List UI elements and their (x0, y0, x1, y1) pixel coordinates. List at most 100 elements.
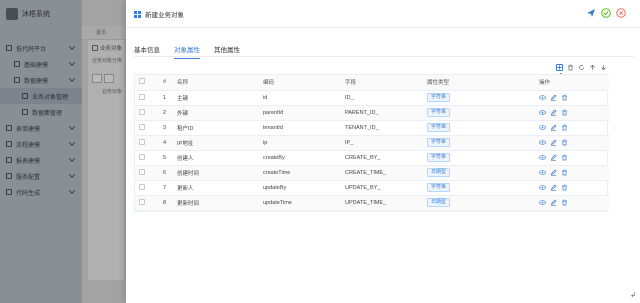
row-code: parentId (259, 105, 341, 121)
checkbox-icon[interactable] (139, 198, 145, 205)
sidebar-item[interactable]: 低代码平台 (0, 40, 82, 56)
sidebar-nav: 低代码平台 基础建模 数据建模 业务对象管理数据集管理表单建模 流程建模报表建模服务配置… (0, 40, 82, 200)
view-icon[interactable] (539, 154, 546, 161)
add-icon[interactable] (556, 64, 563, 71)
delete-icon[interactable] (561, 139, 568, 146)
edit-icon[interactable] (550, 139, 557, 146)
view-icon[interactable] (539, 94, 546, 101)
edit-icon[interactable] (550, 124, 557, 131)
checkbox-icon[interactable] (139, 168, 145, 175)
row-checkbox[interactable] (135, 165, 159, 181)
row-name: 更新人 (173, 180, 259, 196)
tab-home[interactable]: 首页 (96, 29, 106, 36)
panel-add-button[interactable] (92, 74, 102, 83)
view-icon[interactable] (539, 169, 546, 176)
sidebar-item[interactable]: 报表建模 (0, 152, 82, 168)
view-icon[interactable] (539, 109, 546, 116)
checkbox-icon[interactable] (139, 153, 145, 160)
table-row[interactable]: 7 更新人 updateBy UPDATE_BY_ 字符串 (135, 180, 609, 196)
close-icon[interactable] (616, 8, 626, 18)
table-row[interactable]: 1 主键 id ID_ 字符串 (135, 90, 609, 106)
sidebar-item[interactable]: 基础建模 (0, 56, 82, 72)
checkbox-icon[interactable] (139, 183, 145, 190)
sidebar-item[interactable]: 数据建模 (0, 72, 82, 88)
sidebar-item[interactable]: 表单建模 (0, 120, 82, 136)
row-field: IP_ (341, 135, 423, 151)
sidebar-item[interactable]: 代码生成 (0, 184, 82, 200)
menu-icon (6, 173, 12, 179)
edit-icon[interactable] (550, 154, 557, 161)
checkbox-icon[interactable] (139, 138, 145, 145)
delete-icon[interactable] (567, 64, 574, 71)
row-number: 2 (159, 105, 173, 121)
checkbox-icon[interactable] (139, 108, 145, 115)
row-number: 4 (159, 135, 173, 151)
view-icon[interactable] (539, 124, 546, 131)
view-icon[interactable] (539, 139, 546, 146)
table-row[interactable]: 4 IP地址 ip IP_ 字符串 (135, 135, 609, 151)
view-icon[interactable] (539, 199, 546, 206)
sidebar-item-label: 数据集管理 (32, 110, 63, 117)
delete-icon[interactable] (561, 109, 568, 116)
checkbox-icon[interactable] (139, 93, 145, 100)
save-check-icon[interactable] (601, 8, 611, 18)
sidebar-item[interactable]: 业务对象管理 (0, 88, 82, 104)
row-checkbox[interactable] (135, 120, 159, 136)
refresh-icon[interactable] (578, 64, 585, 71)
table-row[interactable]: 3 租户ID tenantId TENANT_ID_ 字符串 (135, 120, 609, 136)
table-row[interactable]: 5 创建人 createBy CREATE_BY_ 字符串 (135, 150, 609, 166)
row-field: ID_ (341, 90, 423, 106)
view-icon[interactable] (539, 184, 546, 191)
edit-icon[interactable] (550, 184, 557, 191)
panel-edit-button[interactable] (104, 74, 114, 83)
chevron-down-icon (69, 76, 75, 82)
delete-icon[interactable] (561, 169, 568, 176)
checkbox-icon[interactable] (139, 123, 145, 130)
menu-icon (14, 77, 20, 83)
drawer-header: 新建业务对象 (126, 0, 640, 28)
menu-icon (6, 157, 12, 163)
sidebar-item[interactable]: 数据集管理 (0, 104, 82, 120)
delete-icon[interactable] (561, 184, 568, 191)
row-checkbox[interactable] (135, 150, 159, 166)
delete-icon[interactable] (561, 199, 568, 206)
row-checkbox[interactable] (135, 135, 159, 151)
edit-icon[interactable] (550, 94, 557, 101)
delete-icon[interactable] (561, 154, 568, 161)
move-up-icon[interactable] (589, 64, 596, 71)
move-down-icon[interactable] (600, 64, 607, 71)
row-checkbox[interactable] (135, 195, 159, 211)
delete-icon[interactable] (561, 124, 568, 131)
table-row[interactable]: 6 创建时间 createTime CREATE_TIME_ 日期型 (135, 165, 609, 181)
checkbox-icon[interactable] (139, 78, 145, 85)
type-tag: 字符串 (427, 153, 451, 162)
row-checkbox[interactable] (135, 180, 159, 196)
row-checkbox[interactable] (135, 105, 159, 121)
delete-icon[interactable] (561, 94, 568, 101)
row-type: 字符串 (423, 150, 535, 166)
edit-icon[interactable] (550, 199, 557, 206)
type-tag: 日期型 (427, 168, 451, 177)
row-type: 日期型 (423, 195, 535, 211)
sidebar-item-label: 报表建模 (16, 158, 41, 165)
attribute-table: # 名称 编码 字段 属性类型 操作 1 主键 id ID_ 字符串 2 外键 parentId PARE… (134, 74, 609, 212)
type-tag: 字符串 (427, 93, 451, 102)
chevron-down-icon (69, 44, 75, 50)
edit-icon[interactable] (550, 109, 557, 116)
row-code: tenantId (259, 120, 341, 136)
column-header: 字段 (341, 75, 423, 91)
send-icon[interactable] (586, 8, 596, 18)
table-row[interactable]: 8 更新时间 updateTime UPDATE_TIME_ 日期型 (135, 195, 609, 211)
edit-icon[interactable] (550, 169, 557, 176)
sidebar-item[interactable]: 流程建模 (0, 136, 82, 152)
select-all-checkbox[interactable] (135, 75, 159, 91)
screen: 沐梧系统 低代码平台 基础建模 数据建模 业务对象管理 数据集管理 表单建模 流程建模 报表建… (0, 0, 640, 303)
sidebar-item[interactable]: 服务配置 (0, 168, 82, 184)
row-checkbox[interactable] (135, 90, 159, 106)
row-operations (535, 135, 609, 151)
resize-handle-icon[interactable]: ↲ (630, 291, 636, 299)
table-row[interactable]: 2 外键 parentId PARENT_ID_ 字符串 (135, 105, 609, 121)
type-tag: 日期型 (427, 198, 451, 207)
row-code: createTime (259, 165, 341, 181)
tree-node[interactable]: 业务对象 (102, 88, 122, 95)
